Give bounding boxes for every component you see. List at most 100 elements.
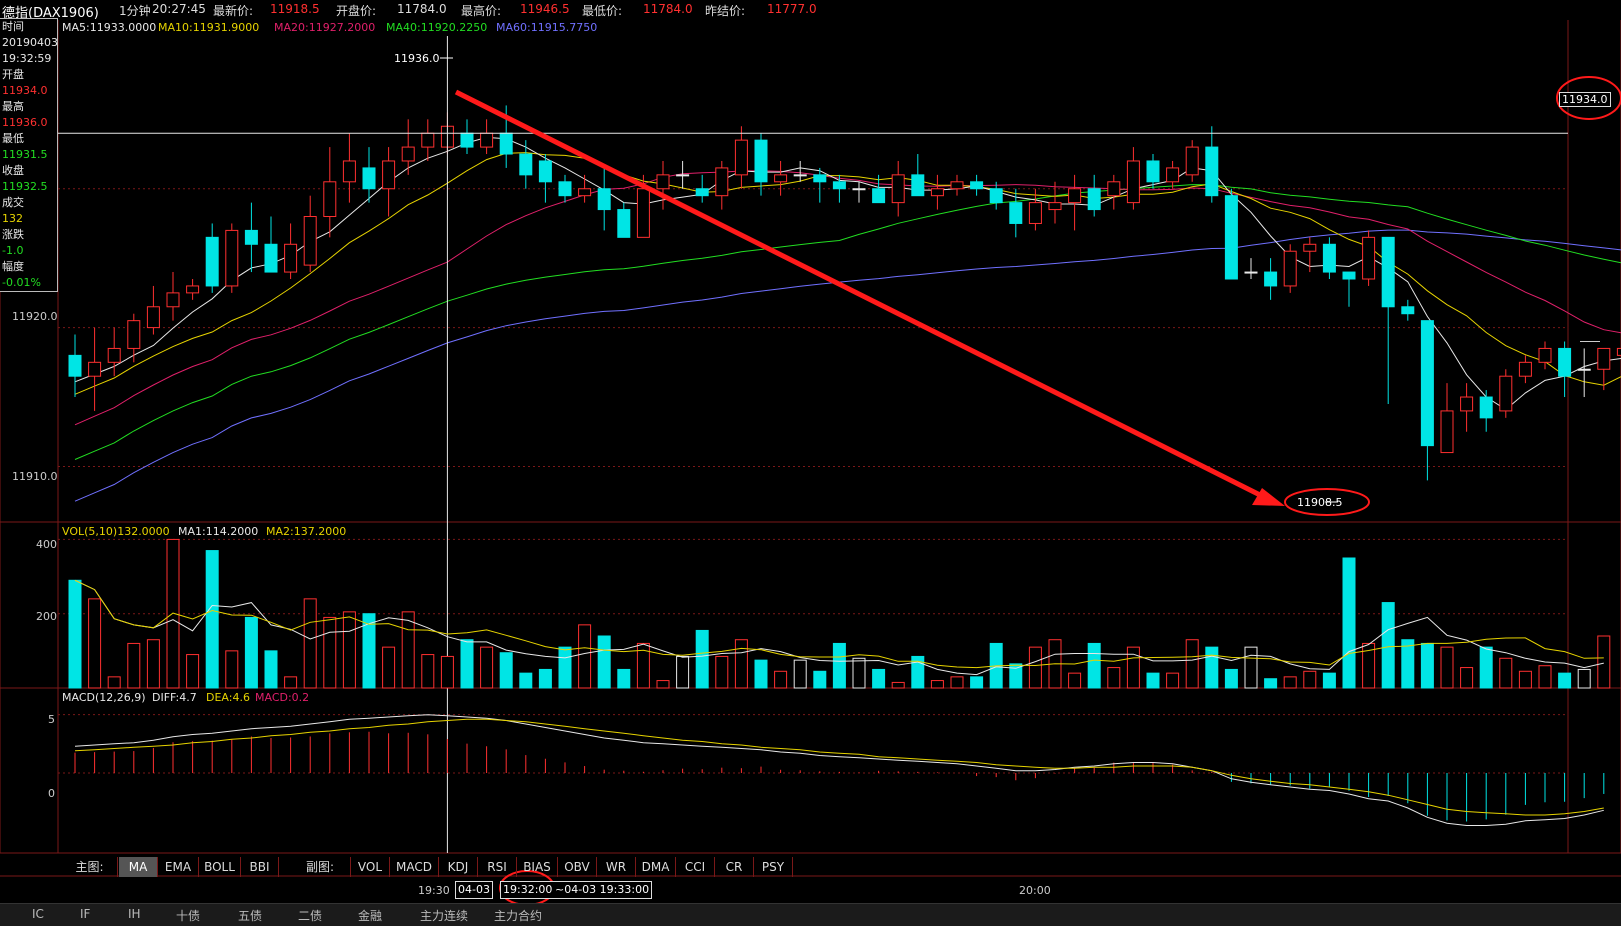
volume-bar (1166, 672, 1180, 689)
candle-down (832, 181, 846, 190)
volume-bar (950, 676, 964, 689)
volume-bar (382, 646, 396, 689)
latest-price: 11918.5 (270, 2, 320, 16)
volume-bar (734, 639, 748, 689)
volume-bar (1577, 668, 1591, 689)
candle-up (715, 167, 729, 197)
info-pct: -0.01% (2, 276, 41, 289)
open-price: 11784.0 (397, 2, 447, 16)
tab-boll[interactable]: BOLL (199, 857, 241, 877)
volume-bar (538, 668, 552, 689)
range-end: ~04-03 19:33:00 (553, 881, 653, 899)
volume-bar (1342, 557, 1356, 689)
candle-up (950, 181, 964, 190)
volume-bar (1499, 657, 1513, 689)
tab-bbi[interactable]: BBI (241, 857, 279, 877)
macd-axis-label: 5 (48, 713, 55, 726)
volume-bar (558, 646, 572, 689)
volume-bar (323, 616, 337, 689)
candle-down (558, 181, 572, 197)
status-item-main-contract[interactable]: 主力合约 (494, 907, 542, 924)
volume-bar (597, 635, 611, 689)
status-item-finance[interactable]: 金融 (358, 907, 382, 924)
tab-kdj[interactable]: KDJ (439, 857, 478, 877)
candle-down (754, 139, 768, 183)
volume-bar (401, 611, 415, 689)
candle-up (88, 361, 102, 377)
candle-down (911, 174, 925, 197)
price-axis-label: 11910.0 (12, 470, 58, 483)
candle-up (421, 132, 435, 148)
kline-chart-canvas[interactable] (0, 0, 1621, 925)
candle-up (852, 188, 866, 191)
volume-bar (342, 611, 356, 689)
tab-wr[interactable]: WR (597, 857, 636, 877)
tab-cr[interactable]: CR (715, 857, 754, 877)
candle-up (930, 188, 944, 197)
status-item-5y-bond[interactable]: 五债 (238, 907, 262, 924)
candle-down (244, 229, 258, 245)
volume-bar (1146, 672, 1160, 689)
volume-bar (1420, 642, 1434, 689)
info-change-label: 涨跌 (2, 228, 24, 241)
status-item-if[interactable]: IF (80, 907, 90, 921)
candle-up (146, 306, 160, 329)
info-high-label: 最高 (2, 100, 24, 113)
tab-dma[interactable]: DMA (636, 857, 676, 877)
candle-down (1342, 271, 1356, 280)
tab-rsi[interactable]: RSI (478, 857, 517, 877)
info-high: 11936.0 (2, 116, 48, 129)
tab-psy[interactable]: PSY (754, 857, 793, 877)
tab-obv[interactable]: OBV (558, 857, 597, 877)
tab-macd[interactable]: MACD (390, 857, 439, 877)
tab-ema[interactable]: EMA (158, 857, 199, 877)
dea-line (74, 718, 1604, 816)
candle-down (460, 132, 474, 148)
candle-down (538, 160, 552, 183)
volume-bar (1597, 635, 1611, 689)
period-label[interactable]: 1分钟 (119, 2, 151, 19)
candle-down (1381, 236, 1395, 308)
status-item-10y-bond[interactable]: 十债 (176, 907, 200, 924)
status-item-ic[interactable]: IC (32, 907, 44, 921)
candle-up (127, 320, 141, 349)
info-volume: 132 (2, 212, 23, 225)
candle-down (205, 236, 219, 287)
status-item-2y-bond[interactable]: 二债 (298, 907, 322, 924)
candle-up (1048, 202, 1062, 211)
tab-ma[interactable]: MA (119, 857, 158, 877)
ma10-legend: MA10:11931.9000 (158, 21, 260, 34)
candle-up (401, 146, 415, 162)
volume-bar (1322, 672, 1336, 689)
candle-down (1224, 195, 1238, 280)
range-start-time: 19:32:00 (500, 881, 556, 899)
sub-chart-label: 副图: (290, 857, 351, 877)
candle-up (1499, 375, 1513, 412)
candle-up (342, 160, 356, 183)
volume-bar (1381, 602, 1395, 689)
candle-up (636, 188, 650, 238)
candle-up (225, 229, 239, 287)
status-item-ih[interactable]: IH (128, 907, 141, 921)
macd-axis-label: 0 (48, 787, 55, 800)
high-price: 11946.5 (520, 2, 570, 16)
indicator-tab-bar: 主图: MA EMA BOLL BBI 副图: VOL MACD KDJ RSI… (0, 857, 1621, 879)
tab-bias[interactable]: BIAS (517, 857, 558, 877)
candle-up (1068, 188, 1082, 204)
candle-up (382, 160, 396, 190)
volume-bar (68, 579, 82, 689)
volume-bar (1244, 646, 1258, 689)
vol-ma1-legend: MA1:114.2000 (178, 525, 259, 538)
info-pct-label: 幅度 (2, 260, 24, 273)
annotation-arrow (454, 89, 1264, 499)
info-volume-label: 成交 (2, 196, 24, 209)
candle-down (872, 188, 886, 204)
status-item-main-continuous[interactable]: 主力连续 (420, 907, 468, 924)
tab-vol[interactable]: VOL (351, 857, 390, 877)
vol-ma2-legend: MA2:137.2000 (266, 525, 347, 538)
candle-up (186, 285, 200, 294)
candle-up (1303, 243, 1317, 252)
candle-down (1479, 396, 1493, 419)
tab-cci[interactable]: CCI (676, 857, 715, 877)
candle-down (499, 132, 513, 155)
